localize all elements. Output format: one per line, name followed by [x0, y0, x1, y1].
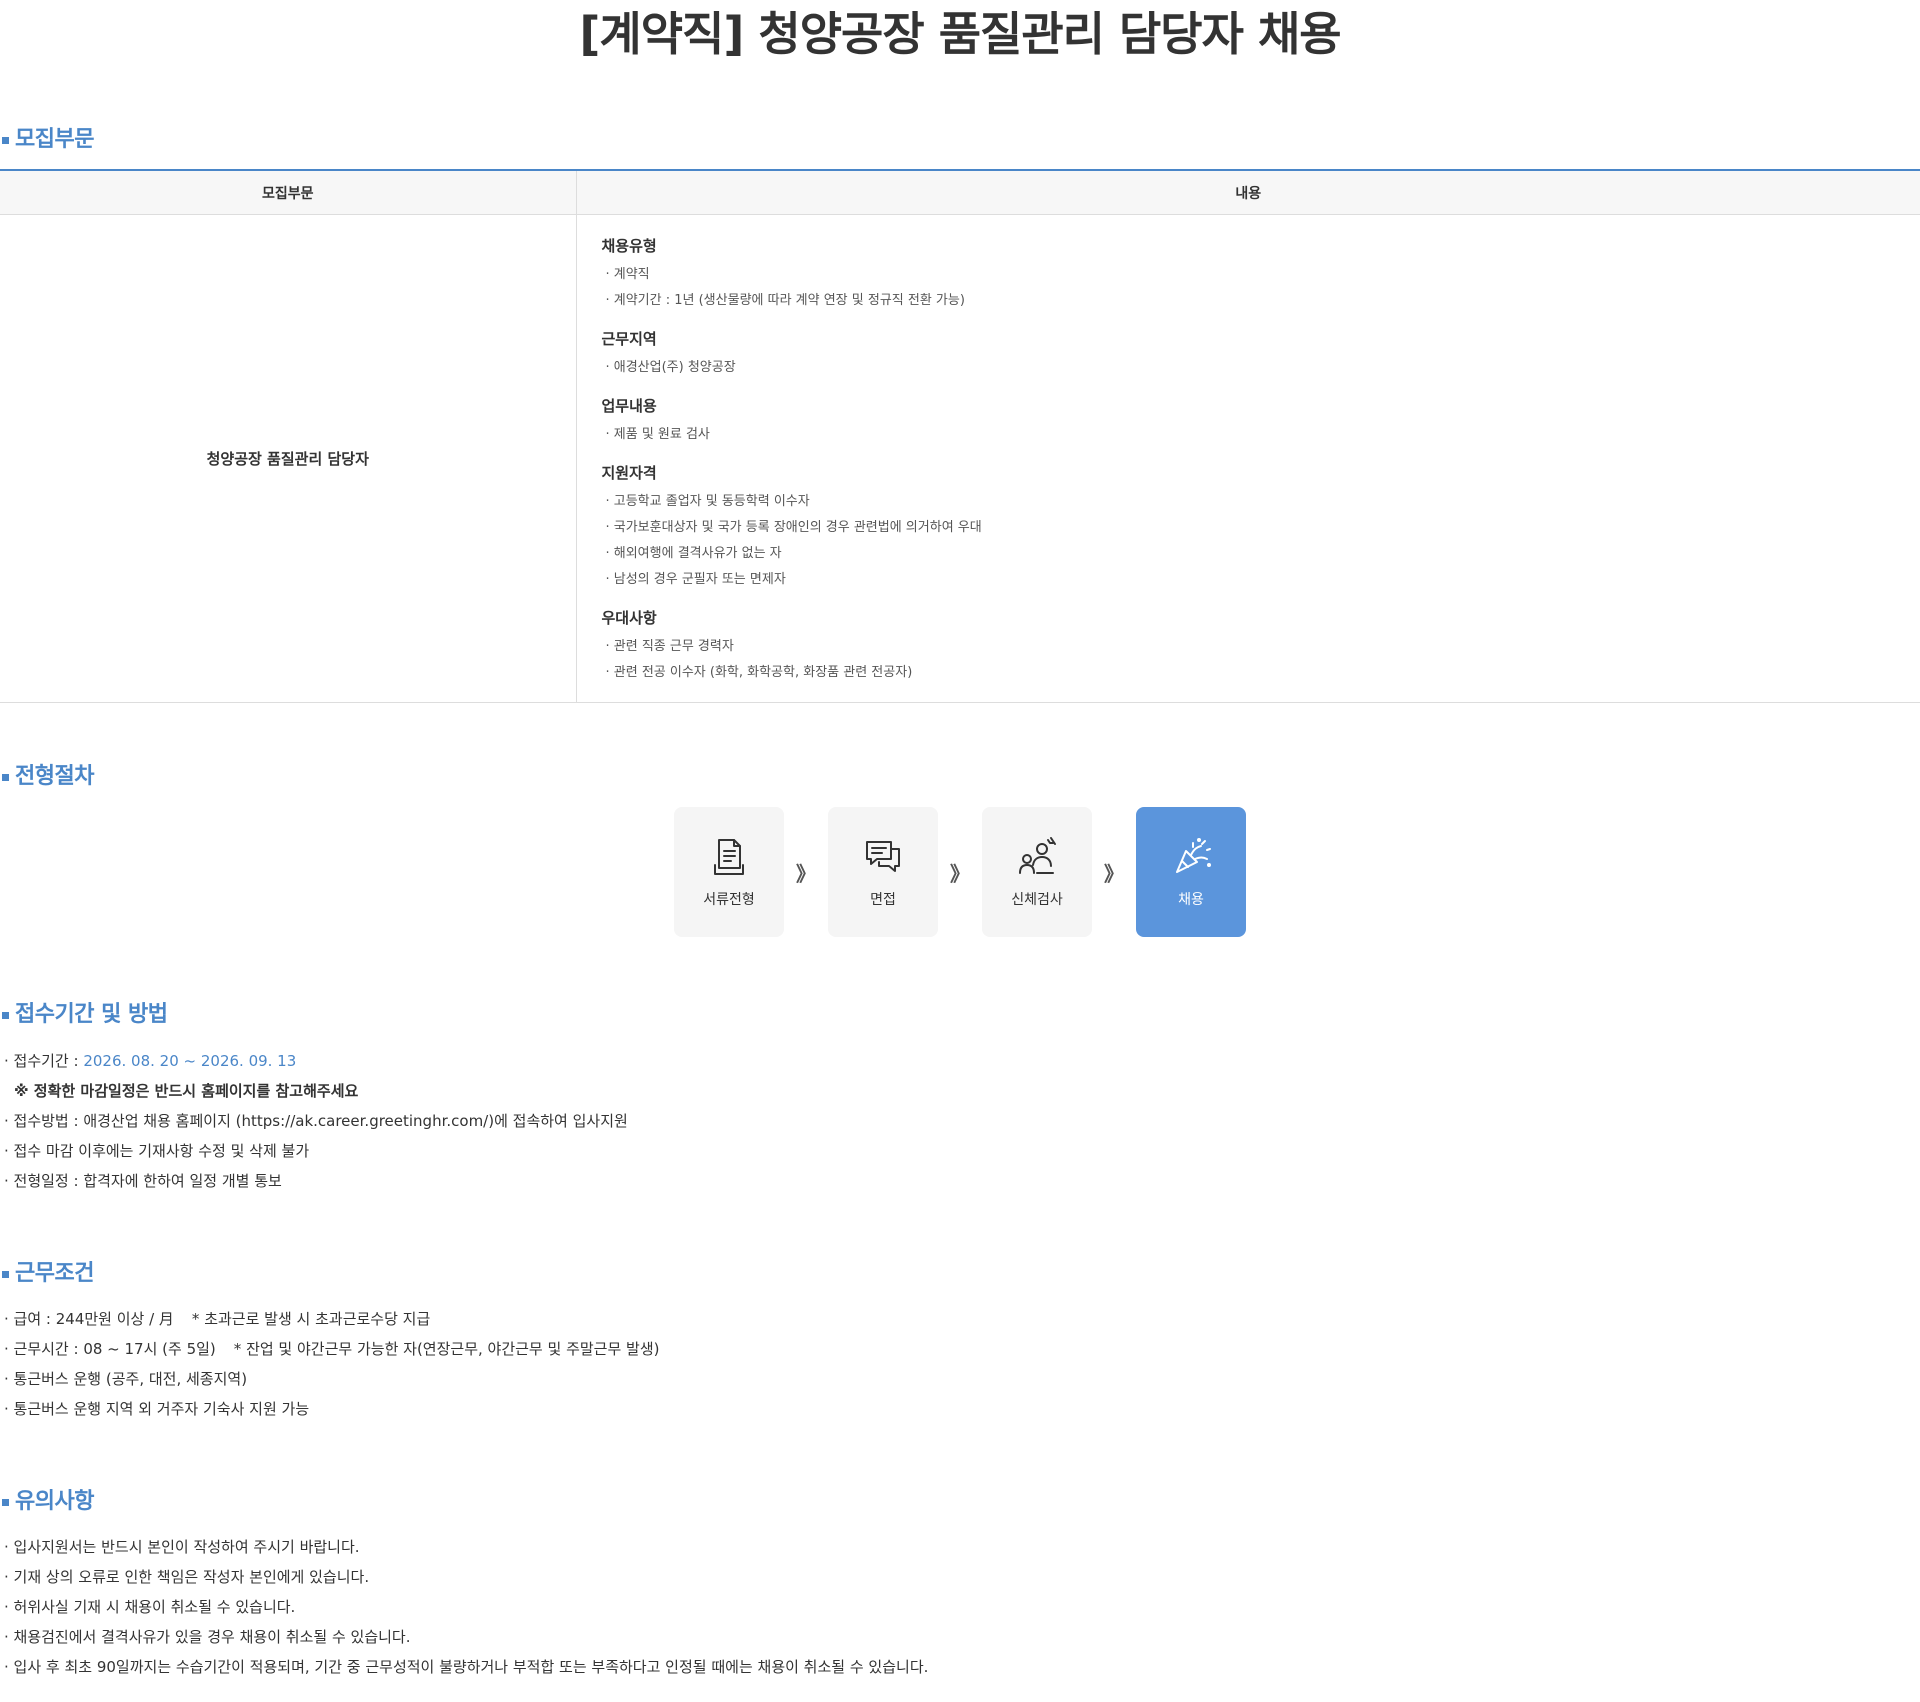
section-heading-process: 전형절차 [0, 763, 94, 791]
apply-list: · 접수기간 : 2026. 08. 20 ~ 2026. 09. 13 ※ 정… [0, 1046, 628, 1196]
group-label: 지원자격 [601, 464, 657, 482]
list-item: · 통근버스 운행 지역 외 거주자 기숙사 지원 가능 [4, 1400, 310, 1418]
deadline-notice: ※ 정확한 마감일정은 반드시 홈페이지를 참고해주세요 [14, 1082, 359, 1100]
section-bullet-icon [2, 1270, 9, 1278]
list-item: · 국가보훈대상자 및 국가 등록 장애인의 경우 관련법에 의거하여 우대 [605, 520, 982, 535]
hours-text: · 근무시간 : 08 ~ 17시 (주 5일) [4, 1340, 216, 1358]
step-interview: 면접 [828, 807, 938, 937]
group-qualifications: 지원자격 · 고등학교 졸업자 및 동등학력 이수자 · 국가보훈대상자 및 국… [602, 460, 1920, 593]
step-document-screening: 서류전형 [674, 807, 784, 937]
process-steps: 서류전형 》 면접 》 신체검사 》 채용 [674, 807, 1246, 937]
content-cell: 채용유형 · 계약직 · 계약기간 : 1년 (생산물량에 따라 계약 연장 및… [575, 214, 1920, 703]
conditions-list: · 급여 : 244만원 이상 / 月 * 초과근로 발생 시 초과근로수당 지급… [0, 1304, 659, 1424]
salary-text: · 급여 : 244만원 이상 / 月 [4, 1310, 174, 1328]
document-icon [714, 839, 744, 875]
list-item: · 계약기간 : 1년 (생산물량에 따라 계약 연장 및 정규직 전환 가능) [605, 293, 965, 308]
list-item: · 급여 : 244만원 이상 / 月 * 초과근로 발생 시 초과근로수당 지급 [0, 1304, 659, 1334]
column-header-content: 내용 [575, 169, 1920, 215]
section-heading-conditions: 근무조건 [0, 1260, 94, 1288]
list-item: · 입사 후 최초 90일까지는 수습기간이 적용되며, 기간 중 근무성적이 … [4, 1658, 929, 1676]
step-arrow-icon: 》 [1104, 861, 1124, 886]
section-heading-label: 모집부문 [15, 127, 94, 152]
section-bullet-icon [2, 773, 9, 781]
group-employment-type: 채용유형 · 계약직 · 계약기간 : 1년 (생산물량에 따라 계약 연장 및… [602, 233, 1920, 314]
role-cell: 청양공장 품질관리 담당자 [0, 214, 576, 703]
hours-note: * 잔업 및 야간근무 가능한 자(연장근무, 야간근무 및 주말근무 발생) [233, 1340, 660, 1358]
group-label: 업무내용 [601, 397, 657, 415]
job-posting-page: [계약직] 청양공장 품질관리 담당자 채용 모집부문 모집부문 내용 청양공장… [0, 0, 1920, 1702]
step-label: 신체검사 [1011, 892, 1063, 908]
group-label: 근무지역 [601, 330, 657, 348]
section-heading-label: 유의사항 [15, 1489, 94, 1514]
list-item: · 애경산업(주) 청양공장 [605, 360, 736, 375]
list-item: · 관련 직종 근무 경력자 [605, 639, 734, 654]
section-bullet-icon [2, 1011, 9, 1019]
group-duties: 업무내용 · 제품 및 원료 검사 [602, 393, 1920, 448]
section-heading-label: 전형절차 [15, 764, 94, 789]
section-heading-label: 근무조건 [15, 1261, 94, 1286]
list-item: · 허위사실 기재 시 채용이 취소될 수 있습니다. [4, 1598, 296, 1616]
list-item: · 접수방법 : 애경산업 채용 홈페이지 (https://ak.career… [4, 1112, 628, 1130]
list-item: · 고등학교 졸업자 및 동등학력 이수자 [605, 494, 810, 509]
section-heading-label: 접수기간 및 방법 [15, 1002, 168, 1027]
list-item: · 남성의 경우 군필자 또는 면제자 [605, 572, 786, 587]
chat-icon [866, 841, 900, 872]
group-work-location: 근무지역 · 애경산업(주) 청양공장 [602, 326, 1920, 381]
health-check-icon [1019, 837, 1056, 874]
period-label: · 접수기간 : [4, 1052, 84, 1070]
step-hire: 채용 [1136, 807, 1246, 937]
list-item: · 제품 및 원료 검사 [605, 427, 710, 442]
list-item: · 해외여행에 결격사유가 없는 자 [605, 546, 782, 561]
list-item: · 입사지원서는 반드시 본인이 작성하여 주시기 바랍니다. [4, 1538, 360, 1556]
section-bullet-icon [2, 136, 9, 144]
list-item: · 근무시간 : 08 ~ 17시 (주 5일) * 잔업 및 야간근무 가능한 … [0, 1334, 659, 1364]
step-label: 면접 [870, 892, 896, 908]
list-item: · 접수 마감 이후에는 기재사항 수정 및 삭제 불가 [4, 1142, 310, 1160]
step-label: 채용 [1178, 892, 1204, 908]
table-row: 청양공장 품질관리 담당자 채용유형 · 계약직 · 계약기간 : 1년 (생산… [0, 214, 1920, 703]
step-health-check: 신체검사 [982, 807, 1092, 937]
section-heading-cautions: 유의사항 [0, 1488, 94, 1516]
table-header-row: 모집부문 내용 [0, 169, 1920, 215]
salary-note: * 초과근로 발생 시 초과근로수당 지급 [191, 1310, 431, 1328]
list-item: · 계약직 [605, 267, 650, 282]
celebration-icon [1176, 838, 1211, 873]
list-item: · 통근버스 운행 (공주, 대전, 세종지역) [4, 1370, 248, 1388]
period-value: 2026. 08. 20 ~ 2026. 09. 13 [83, 1052, 297, 1070]
group-preferences: 우대사항 · 관련 직종 근무 경력자 · 관련 전공 이수자 (화학, 화학공… [602, 605, 1920, 686]
group-label: 채용유형 [601, 237, 657, 255]
section-heading-apply: 접수기간 및 방법 [0, 1001, 168, 1029]
section-heading-recruit: 모집부문 [0, 126, 94, 154]
step-label: 서류전형 [703, 892, 755, 908]
list-item: · 관련 전공 이수자 (화학, 화학공학, 화장품 관련 전공자) [605, 665, 913, 680]
page-title: [계약직] 청양공장 품질관리 담당자 채용 [579, 7, 1341, 61]
list-item: · 기재 상의 오류로 인한 책임은 작성자 본인에게 있습니다. [4, 1568, 370, 1586]
recruit-table: 모집부문 내용 청양공장 품질관리 담당자 채용유형 · 계약직 · 계약기간 … [0, 169, 1920, 703]
list-item: · 접수기간 : 2026. 08. 20 ~ 2026. 09. 13 [0, 1046, 628, 1076]
step-arrow-icon: 》 [950, 861, 970, 886]
group-label: 우대사항 [601, 609, 657, 627]
section-bullet-icon [2, 1498, 9, 1506]
cautions-list: · 입사지원서는 반드시 본인이 작성하여 주시기 바랍니다. · 기재 상의 … [0, 1532, 928, 1682]
step-arrow-icon: 》 [796, 861, 816, 886]
list-item: · 채용검진에서 결격사유가 있을 경우 채용이 취소될 수 있습니다. [4, 1628, 411, 1646]
list-item: · 전형일정 : 합격자에 한하여 일정 개별 통보 [4, 1172, 282, 1190]
column-header-role: 모집부문 [0, 169, 576, 215]
